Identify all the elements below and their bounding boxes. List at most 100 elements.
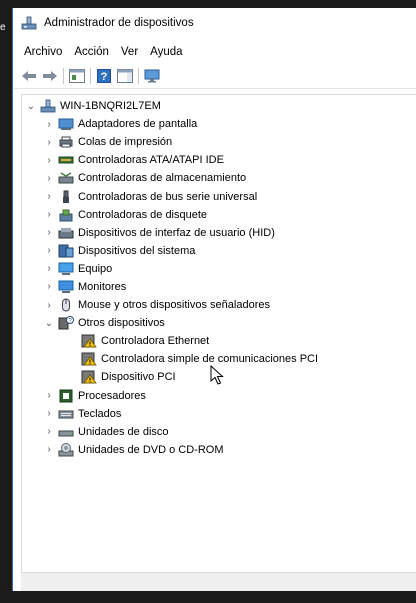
chevron-right-icon[interactable]: ›: [43, 299, 55, 311]
tree-node-category[interactable]: › Unidades de disco: [22, 423, 416, 441]
tree-node-label: Unidades de DVD o CD-ROM: [78, 443, 224, 456]
tree-node-label: Otros dispositivos: [78, 317, 165, 330]
tree-node-label: Colas de impresión: [78, 136, 173, 149]
chevron-right-icon[interactable]: ›: [43, 209, 55, 221]
computer-icon: [58, 262, 74, 275]
tree-node-category[interactable]: › Equipo: [22, 260, 416, 278]
chevron-right-icon[interactable]: ›: [43, 408, 55, 420]
tree-node-label: Dispositivos de interfaz de usuario (HID…: [78, 226, 275, 239]
tree-node-label: Controladoras ATA/ATAPI IDE: [78, 154, 224, 167]
dvd-drive-icon: [58, 442, 74, 457]
tree-node-category[interactable]: › Controladoras de almacenamiento: [22, 169, 416, 187]
tree-node-label: Unidades de disco: [78, 425, 169, 438]
ide-controller-icon: [58, 156, 74, 164]
tree-node-category[interactable]: › Controladoras de bus serie universal: [22, 187, 416, 205]
processor-icon: [59, 389, 73, 403]
unknown-device-warning-icon: [81, 370, 97, 384]
tree-node-label: Controladoras de almacenamiento: [78, 172, 247, 185]
tree-node-category[interactable]: › Colas de impresión: [22, 133, 416, 151]
tree-node-label: Procesadores: [78, 389, 146, 402]
title-bar[interactable]: Administrador de dispositivos: [13, 8, 416, 38]
chevron-right-icon[interactable]: ›: [43, 172, 55, 184]
help-icon: ?: [97, 69, 111, 83]
chevron-right-icon[interactable]: ›: [43, 245, 55, 257]
tree-node-category[interactable]: › Controladoras ATA/ATAPI IDE: [22, 151, 416, 169]
chevron-down-icon[interactable]: ⌄: [25, 100, 37, 112]
system-devices-icon: [58, 244, 74, 258]
tree-node-root[interactable]: ⌄ WIN-1BNQRI2L7EM: [22, 97, 416, 115]
tree-node-label: Teclados: [78, 407, 122, 420]
hid-icon: [58, 227, 74, 239]
tree-node-category[interactable]: › Controladoras de disquete: [22, 206, 416, 224]
tree-node-label: WIN-1BNQRI2L7EM: [60, 100, 161, 113]
status-bar: [21, 572, 416, 591]
device-manager-window: Administrador de dispositivos Archivo Ac…: [12, 8, 416, 591]
chevron-right-icon[interactable]: ›: [43, 444, 55, 456]
tree-node-label: Dispositivos del sistema: [78, 244, 196, 257]
chevron-down-icon[interactable]: ⌄: [43, 317, 55, 329]
tree-node-category[interactable]: › Monitores: [22, 278, 416, 296]
tree-node-label: Dispositivo PCI: [101, 371, 176, 384]
tree-node-category-expanded[interactable]: ⌄ ? Otros dispositivos: [22, 314, 416, 332]
chevron-right-icon[interactable]: ›: [43, 118, 55, 130]
print-queue-icon: [59, 136, 73, 148]
tree-node-label: Controladora simple de comunicaciones PC…: [101, 353, 319, 366]
menu-accion[interactable]: Acción: [69, 44, 114, 60]
unknown-device-warning-icon: [81, 334, 97, 348]
tree-node-label: Controladoras de bus serie universal: [78, 190, 258, 203]
scan-hardware-monitor-icon: [144, 69, 160, 83]
mouse-icon: [62, 298, 70, 312]
window-title: Administrador de dispositivos: [44, 17, 194, 29]
tree-node-category[interactable]: › Adaptadores de pantalla: [22, 115, 416, 133]
tree-node-category[interactable]: › Mouse y otros dispositivos señaladores: [22, 296, 416, 314]
device-tree: ⌄ WIN-1BNQRI2L7EM › Adaptadores de panta…: [21, 94, 416, 572]
desktop-edge-text: e: [0, 22, 6, 33]
action-pane-icon: [117, 69, 133, 83]
floppy-controller-icon: [59, 209, 73, 222]
tree-node-label: Equipo: [78, 262, 113, 275]
tree-node-category[interactable]: › Teclados: [22, 405, 416, 423]
tree-node-category[interactable]: › Procesadores: [22, 387, 416, 405]
console-tree-icon: [69, 69, 85, 83]
tree-node-device[interactable]: Controladora Ethernet: [22, 332, 416, 350]
menu-ver[interactable]: Ver: [116, 44, 143, 60]
tree-node-label: Mouse y otros dispositivos señaladores: [78, 299, 270, 312]
chevron-right-icon[interactable]: ›: [43, 263, 55, 275]
chevron-right-icon[interactable]: ›: [43, 191, 55, 203]
usb-icon: [63, 190, 69, 203]
monitor-icon: [58, 280, 74, 293]
back-arrow-icon: [22, 71, 36, 81]
keyboard-icon: [58, 410, 74, 419]
toolbar-separator: [90, 68, 91, 84]
chevron-right-icon[interactable]: ›: [43, 426, 55, 438]
scan-hardware-button[interactable]: [143, 67, 161, 85]
help-button[interactable]: ?: [95, 67, 113, 85]
tree-node-category[interactable]: › Dispositivos del sistema: [22, 242, 416, 260]
chevron-right-icon[interactable]: ›: [43, 227, 55, 239]
tree-node-label: Controladora Ethernet: [101, 335, 210, 348]
toolbar-separator: [138, 68, 139, 84]
toolbar: ?: [13, 64, 416, 89]
menu-archivo[interactable]: Archivo: [19, 44, 67, 60]
device-manager-app-icon: [21, 16, 37, 30]
toolbar-separator: [63, 68, 64, 84]
forward-arrow-icon: [43, 71, 57, 81]
svg-text:?: ?: [101, 71, 108, 83]
chevron-right-icon[interactable]: ›: [43, 281, 55, 293]
other-devices-icon: ?: [58, 316, 74, 330]
tree-node-category[interactable]: › Unidades de DVD o CD-ROM: [22, 441, 416, 459]
back-button[interactable]: [20, 67, 38, 85]
tree-node-category[interactable]: › Dispositivos de interfaz de usuario (H…: [22, 224, 416, 242]
menu-bar: Archivo Acción Ver Ayuda: [13, 42, 416, 62]
properties-console-button[interactable]: [68, 67, 86, 85]
chevron-right-icon[interactable]: ›: [43, 154, 55, 166]
show-hide-action-pane-button[interactable]: [116, 67, 134, 85]
chevron-right-icon[interactable]: ›: [43, 136, 55, 148]
storage-controller-icon: [58, 172, 74, 184]
computer-root-icon: [40, 99, 56, 113]
tree-node-label: Controladoras de disquete: [78, 208, 208, 221]
menu-ayuda[interactable]: Ayuda: [145, 44, 187, 60]
display-adapter-icon: [58, 118, 74, 131]
forward-button[interactable]: [41, 67, 59, 85]
chevron-right-icon[interactable]: ›: [43, 390, 55, 402]
